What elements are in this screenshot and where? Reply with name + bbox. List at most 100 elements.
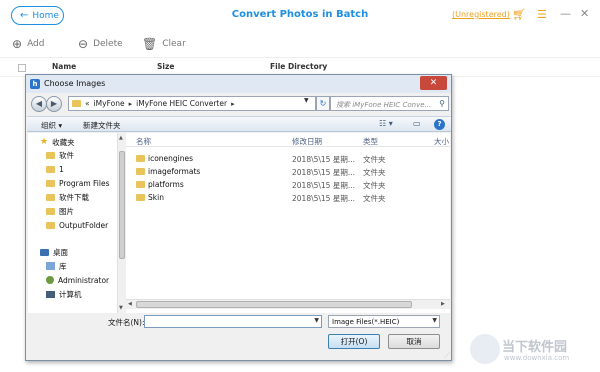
navigation-tree: ★ 收藏夹 软件 1 Program Files 软件下载 图片 OutputF… [28,133,125,313]
header-size[interactable]: 大小 [434,136,449,147]
dialog-title: Choose Images [44,79,106,88]
view-options-icon[interactable]: ☷ ▾ [379,119,393,128]
new-folder-button[interactable]: 新建文件夹 [83,120,121,131]
search-placeholder: 搜索 iMyFone HEIC Conve... [336,101,432,109]
search-icon: ⚲ [439,99,445,108]
file-list: 名称 修改日期 类型 大小 iconengines 2018\5\15 星期..… [126,133,450,313]
address-bar[interactable]: « iMyFone ▸ iMyFone HEIC Converter ▸ [68,96,316,111]
tree-item-folder[interactable]: 软件 [46,149,74,161]
organize-menu[interactable]: 组织 ▾ [41,120,62,131]
dialog-close-button[interactable]: ✕ [420,76,447,90]
open-button[interactable]: 打开(O) [328,334,380,349]
file-row[interactable]: iconengines 2018\5\15 星期... 文件夹 [126,153,450,165]
folder-icon [136,168,145,175]
chevron-down-icon[interactable]: ▼ [314,317,319,324]
folder-icon [136,194,145,201]
file-row[interactable]: imageformats 2018\5\15 星期... 文件夹 [126,166,450,178]
tree-item-folder[interactable]: 图片 [46,205,74,217]
tree-item-user[interactable]: Administrator [46,274,109,286]
folder-icon [46,193,55,201]
delete-label: Delete [93,39,123,49]
file-name: Skin [148,193,164,202]
folder-icon [46,221,55,229]
breadcrumb-root[interactable]: « [85,99,90,108]
filename-label: 文件名(N): [108,318,145,327]
tree-item-folder[interactable]: 软件下载 [46,191,89,203]
tree-item-folder[interactable]: 1 [46,163,64,175]
cart-icon[interactable]: 🛒︎ [512,9,526,20]
scroll-left-icon[interactable]: ◀ [128,301,132,307]
file-type: 文件夹 [363,155,386,164]
header-name[interactable]: 名称 [136,136,151,147]
filter-value: Image Files(*.HEIC) [332,318,400,326]
file-date: 2018\5\15 星期... [292,194,355,203]
app-titlebar: ← Home Convert Photos in Batch (Unregist… [0,0,600,32]
help-icon[interactable]: ? [434,119,445,130]
app-toolbar: ⊕ Add ⊖ Delete 🗑︎ Clear [0,32,600,58]
app-icon: h [30,79,40,89]
folder-icon [46,207,55,215]
forward-icon[interactable]: ▶ [46,96,62,112]
address-dropdown-icon[interactable]: ▼ [304,97,309,104]
tree-scrollbar[interactable]: ▲ ▼ [117,133,125,313]
file-list-scrollbar[interactable]: ◀ ▶ [126,299,450,309]
preview-pane-icon[interactable]: ▭ [413,119,421,128]
select-all-checkbox[interactable] [18,64,26,72]
watermark: 当下软件园 www.downxia.com [470,332,590,368]
file-name: platforms [148,180,184,189]
close-icon[interactable]: ✕ [580,8,589,19]
plus-circle-icon: ⊕ [12,37,23,51]
refresh-button[interactable]: ↻ [316,96,330,111]
scroll-right-icon[interactable]: ▶ [441,301,445,307]
file-row[interactable]: platforms 2018\5\15 星期... 文件夹 [126,179,450,191]
tree-item-label: Program Files [59,178,110,188]
file-date: 2018\5\15 星期... [292,181,355,190]
cancel-button[interactable]: 取消 [388,334,440,349]
breadcrumb-imyfone[interactable]: iMyFone [94,99,125,108]
scrollbar-thumb[interactable] [136,301,412,308]
add-button[interactable]: ⊕ Add [12,38,45,50]
tree-item-folder[interactable]: Program Files [46,177,110,189]
dialog-titlebar: h Choose Images ✕ [26,75,451,93]
chevron-down-icon: ▼ [432,317,437,324]
watermark-logo-icon [470,334,500,364]
file-name: imageformats [148,167,201,176]
scrollbar-thumb[interactable] [119,151,125,259]
folder-icon [46,179,55,187]
header-type[interactable]: 类型 [363,136,378,147]
tree-item-favorites[interactable]: ★ 收藏夹 [40,136,75,148]
minus-circle-icon: ⊖ [78,37,89,51]
folder-icon [46,151,55,159]
chevron-right-icon: ▸ [128,99,133,108]
scroll-up-icon[interactable]: ▲ [119,135,123,141]
navigation-bar: ◀ ▶ « iMyFone ▸ iMyFone HEIC Converter ▸… [26,93,451,115]
folder-icon [136,155,145,162]
tree-item-library[interactable]: 库 [46,260,67,272]
header-date[interactable]: 修改日期 [292,136,322,147]
watermark-url: www.downxia.com [504,354,570,362]
folder-icon [136,181,145,188]
breadcrumb-heic-converter[interactable]: iMyFone HEIC Converter [136,99,227,108]
watermark-text: 当下软件园 [502,340,568,355]
tree-item-desktop[interactable]: 桌面 [40,246,68,258]
tree-item-folder[interactable]: OutputFolder [46,219,108,231]
tree-item-computer[interactable]: 计算机 [46,288,82,300]
scroll-down-icon[interactable]: ▼ [119,305,123,311]
filename-input[interactable]: ▼ [144,315,322,328]
resize-grip-icon[interactable]: ⋰ [444,352,450,359]
minimize-icon[interactable]: — [560,8,571,19]
back-icon[interactable]: ◀ [31,96,47,112]
search-input[interactable]: 搜索 iMyFone HEIC Conve... ⚲ [330,96,449,111]
unregistered-link[interactable]: (Unregistered) [452,10,510,19]
trash-icon: 🗑︎ [142,37,158,51]
tree-item-label: OutputFolder [59,220,109,230]
file-name: iconengines [148,154,194,163]
file-type-filter[interactable]: Image Files(*.HEIC) ▼ [328,315,440,328]
command-bar: 组织 ▾ 新建文件夹 ☷ ▾ ▭ ? [27,116,451,132]
menu-icon[interactable]: ☰ [537,9,547,20]
file-row[interactable]: Skin 2018\5\15 星期... 文件夹 [126,192,450,204]
delete-button[interactable]: ⊖ Delete [78,38,123,50]
file-type: 文件夹 [363,181,386,190]
clear-button[interactable]: 🗑︎ Clear [142,38,186,50]
folder-icon [46,165,55,173]
